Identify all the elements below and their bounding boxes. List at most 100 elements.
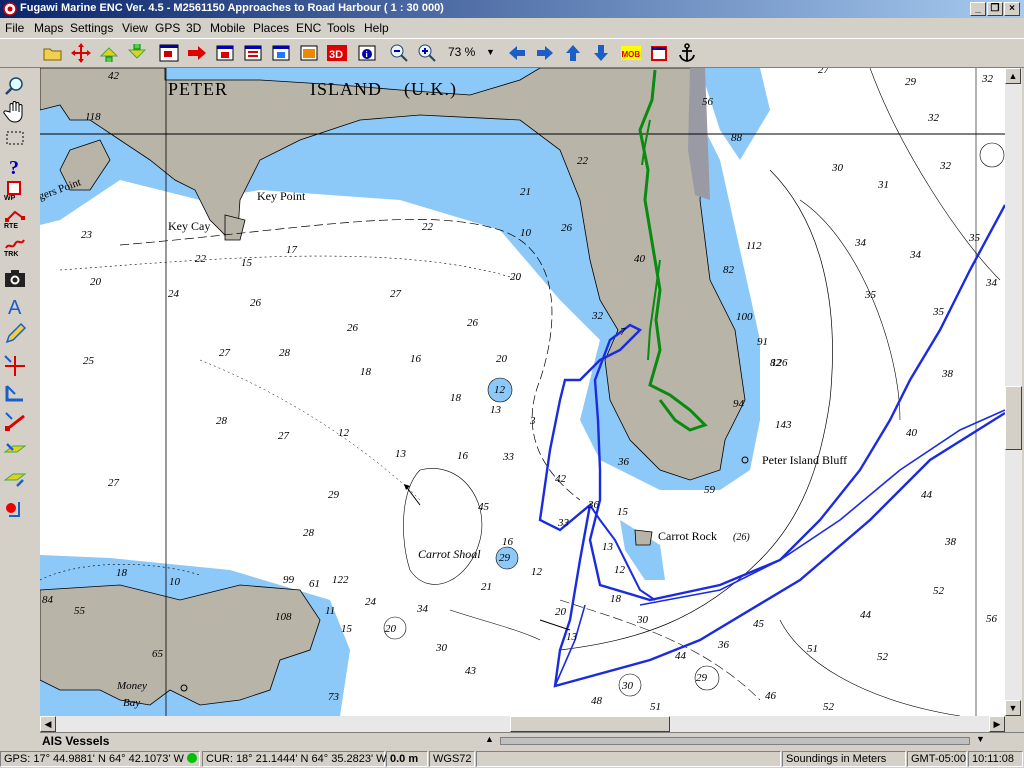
open-folder-icon[interactable] (42, 42, 64, 64)
distance-readout: 0.0 m (386, 751, 428, 767)
hand-icon[interactable] (3, 100, 27, 124)
horizontal-scroll-thumb[interactable] (510, 716, 670, 732)
sounding: 36 (617, 456, 630, 468)
chart-image-icon[interactable] (298, 42, 320, 64)
goto-icon[interactable] (186, 42, 208, 64)
select-rectangle-icon[interactable] (3, 126, 27, 150)
place-bay: Bay (123, 697, 140, 709)
place-key-cay: Key Cay (168, 219, 210, 233)
menu-view[interactable]: View (122, 21, 148, 35)
sounding: 40 (906, 427, 918, 439)
zoom-in-icon[interactable] (416, 42, 438, 64)
restore-button[interactable]: ❐ (987, 2, 1003, 16)
camera-icon[interactable] (3, 266, 27, 290)
arrow-left-icon[interactable] (506, 42, 528, 64)
map-window-icon[interactable] (158, 42, 180, 64)
help-question-icon[interactable]: ? (3, 154, 27, 179)
sounding: 27 (278, 430, 290, 442)
sounding: 12 (614, 564, 626, 576)
svg-text:MOB: MOB (622, 50, 641, 59)
sounding: 24 (365, 596, 377, 608)
menu-maps[interactable]: Maps (34, 21, 63, 35)
window-arrows-icon[interactable] (242, 42, 264, 64)
sounding: 122 (332, 574, 349, 586)
move-point-icon[interactable] (3, 354, 27, 378)
menu-help[interactable]: Help (364, 21, 389, 35)
download-icon[interactable] (126, 42, 148, 64)
sounding: 21 (520, 186, 531, 198)
pan-arrows-icon[interactable] (70, 42, 92, 64)
arrow-right-icon[interactable] (534, 42, 556, 64)
ais-slider-track[interactable] (500, 737, 970, 745)
vertical-scroll-thumb[interactable] (1005, 386, 1022, 450)
sounding: 51 (807, 643, 818, 655)
sounding: 52 (823, 701, 835, 713)
menu-mobile[interactable]: Mobile (210, 21, 245, 35)
menu-gps[interactable]: GPS (155, 21, 180, 35)
zoom-dropdown-icon[interactable]: ▼ (486, 47, 495, 57)
menu-settings[interactable]: Settings (70, 21, 113, 35)
chart-view[interactable]: PETER ISLAND (U.K.) Key Point Key Cay Ca… (40, 68, 1005, 716)
zoom-out-icon[interactable] (388, 42, 410, 64)
track-tool-icon[interactable]: TRK (3, 236, 27, 260)
scroll-up-icon[interactable]: ▲ (1005, 68, 1021, 84)
sounding: 35 (932, 306, 945, 318)
menu-3d[interactable]: 3D (186, 21, 201, 35)
ais-expand-icon[interactable]: ▼ (976, 734, 985, 744)
arrow-down-icon[interactable] (590, 42, 612, 64)
menu-tools[interactable]: Tools (327, 21, 355, 35)
sounding: 40 (634, 253, 646, 265)
target-window-icon[interactable] (648, 42, 670, 64)
ais-panel-bar[interactable]: AIS Vessels ▲ ▼ (40, 732, 1024, 749)
record-point-icon[interactable] (3, 498, 27, 522)
sounding: 16 (457, 450, 469, 462)
window-blue-icon[interactable] (270, 42, 292, 64)
sounding: 12 (338, 427, 350, 439)
sounding: 52 (877, 651, 889, 663)
minimize-button[interactable]: _ (970, 2, 986, 16)
menu-bar: File Maps Settings View GPS 3D Mobile Pl… (0, 18, 1024, 38)
ais-collapse-icon[interactable]: ▲ (485, 734, 494, 744)
zoom-level: 73 % (448, 45, 476, 59)
menu-file[interactable]: File (5, 21, 24, 35)
info-icon[interactable]: i (356, 42, 378, 64)
sounding: 28 (216, 415, 228, 427)
close-button[interactable]: × (1004, 2, 1020, 16)
delete-point-icon[interactable] (3, 410, 27, 434)
insert-point-icon[interactable] (3, 382, 27, 406)
text-tool-icon[interactable]: A (3, 294, 27, 319)
arrow-up-icon[interactable] (562, 42, 584, 64)
3d-view-icon[interactable]: 3D (326, 42, 348, 64)
sounding: 33 (557, 517, 570, 529)
waypoint-tool-icon[interactable]: WP (3, 180, 27, 204)
sounding: 12 (531, 566, 543, 578)
layer-down-icon[interactable] (3, 438, 27, 462)
sounding: 22 (577, 155, 589, 167)
upload-icon[interactable] (98, 42, 120, 64)
scroll-down-icon[interactable]: ▼ (1005, 700, 1021, 716)
menu-enc[interactable]: ENC (296, 21, 321, 35)
mob-icon[interactable]: MOB (620, 42, 642, 64)
sounding: 10 (520, 227, 532, 239)
magnifier-icon[interactable] (3, 74, 27, 98)
layer-up-icon[interactable] (3, 466, 27, 490)
sounding: 51 (650, 701, 661, 713)
ais-vessels-label: AIS Vessels (42, 734, 110, 748)
sounding: 118 (85, 111, 101, 123)
scroll-left-icon[interactable]: ◀ (40, 716, 56, 732)
place-peter-island-bluff: Peter Island Bluff (762, 453, 847, 467)
horizontal-scrollbar[interactable]: ◀ ▶ (40, 716, 1005, 732)
pencil-icon[interactable] (3, 322, 27, 346)
route-tool-icon[interactable]: RTE (3, 208, 27, 232)
sounding: 13 (490, 404, 502, 416)
anchor-icon[interactable] (676, 42, 698, 64)
menu-places[interactable]: Places (253, 21, 289, 35)
sounding: 27 (818, 68, 830, 76)
sounding: 52 (933, 585, 945, 597)
sounding: 32 (939, 160, 952, 172)
sounding: 29 (905, 76, 917, 88)
vertical-scrollbar[interactable]: ▲ ▼ (1005, 68, 1022, 716)
sounding: 73 (328, 691, 340, 703)
scroll-right-icon[interactable]: ▶ (989, 716, 1005, 732)
window-red-icon[interactable] (214, 42, 236, 64)
